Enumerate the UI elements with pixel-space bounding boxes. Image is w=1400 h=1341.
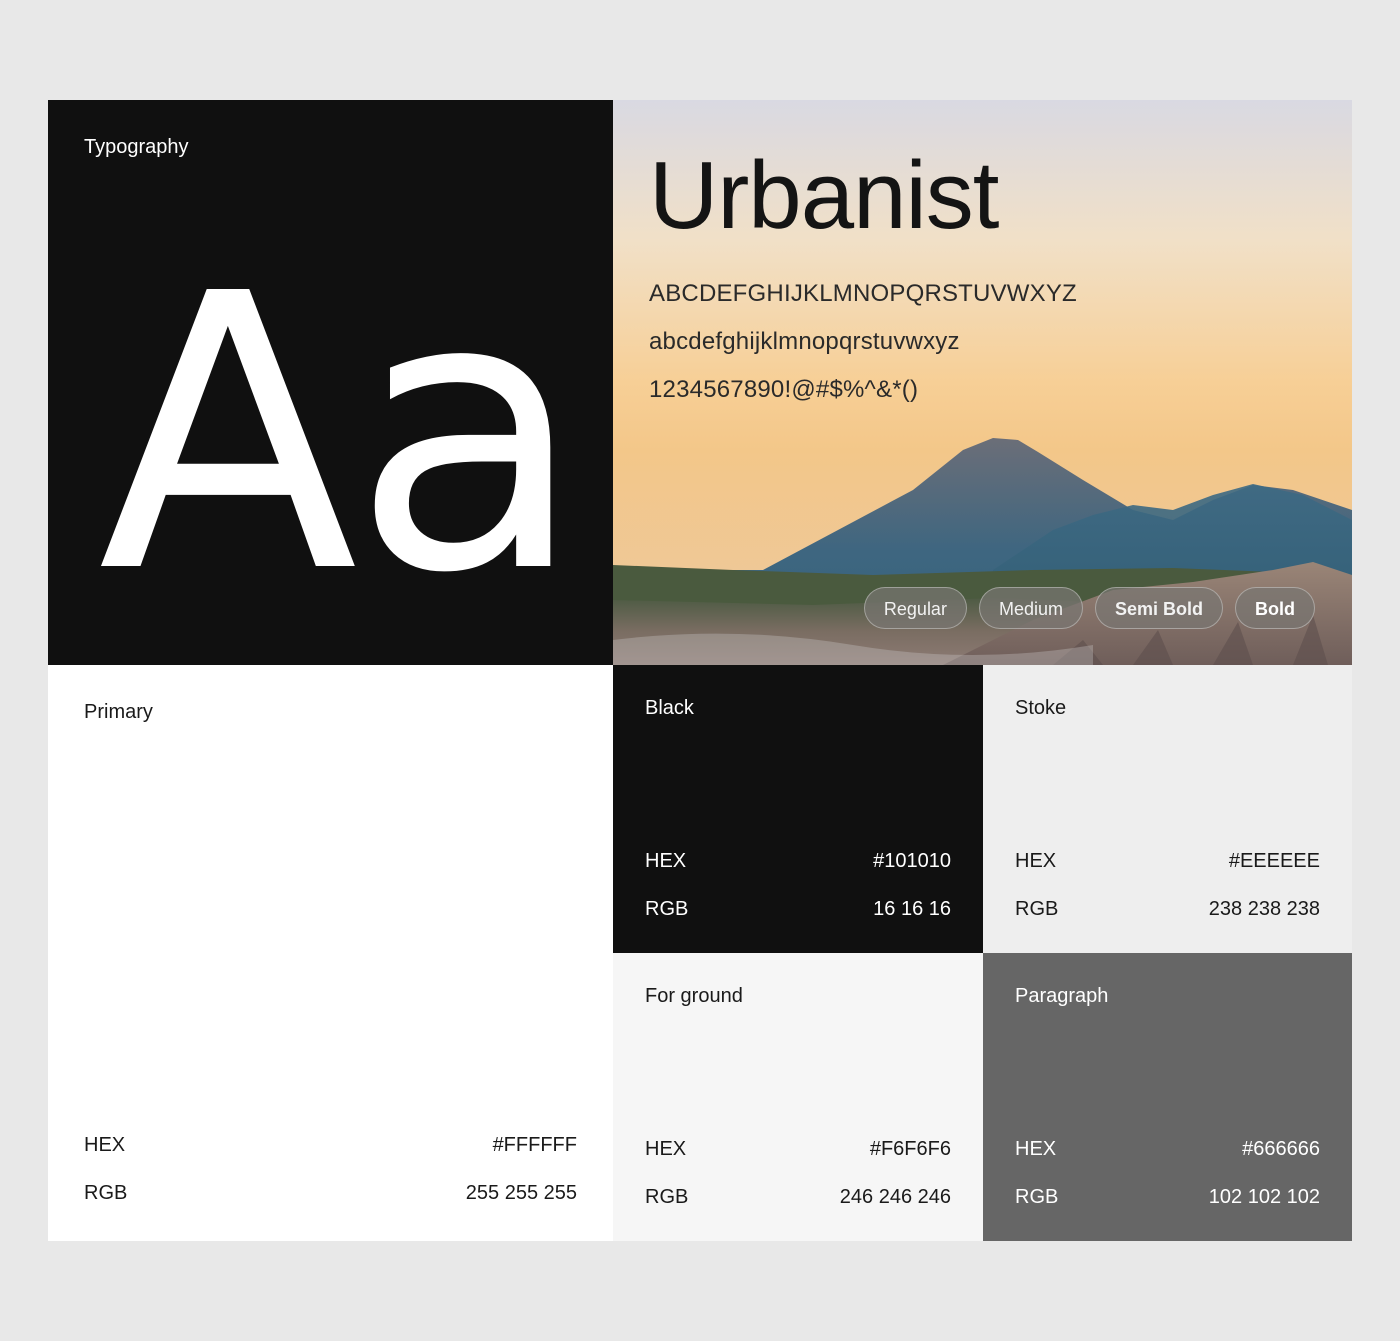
hex-row: HEX #EEEEEE — [1015, 850, 1320, 873]
hex-label: HEX — [645, 850, 687, 872]
hex-row: HEX #666666 — [1015, 1138, 1320, 1161]
rgb-label: RGB — [84, 1182, 128, 1204]
hex-value: #F6F6F6 — [869, 1138, 951, 1160]
uppercase-glyphs: ABCDEFGHIJKLMNOPQRSTUVWXYZ — [649, 280, 1077, 307]
font-name-title: Urbanist — [649, 142, 999, 249]
numeral-glyphs: 1234567890!@#$%^&*() — [649, 376, 919, 403]
hex-row: HEX #F6F6F6 — [645, 1138, 951, 1161]
typography-label: Typography — [84, 136, 189, 158]
type-specimen: Aa — [98, 213, 585, 656]
font-showcase-panel: Urbanist ABCDEFGHIJKLMNOPQRSTUVWXYZ abcd… — [613, 100, 1352, 665]
swatch-name: Paragraph — [1015, 985, 1109, 1007]
font-weight-pills: Regular Medium Semi Bold Bold — [863, 587, 1315, 629]
hex-value: #101010 — [873, 850, 951, 872]
typography-panel: Typography Aa — [48, 100, 613, 665]
swatch-primary: Primary HEX #FFFFFF RGB 255 255 255 — [48, 665, 613, 1241]
rgb-value: 238 238 238 — [1208, 898, 1320, 920]
hex-value: #EEEEEE — [1228, 850, 1320, 872]
swatch-name: Black — [645, 697, 694, 719]
rgb-value: 255 255 255 — [465, 1182, 577, 1204]
swatch-for-ground: For ground HEX #F6F6F6 RGB 246 246 246 — [613, 953, 983, 1241]
rgb-label: RGB — [1015, 898, 1059, 920]
swatch-name: Stoke — [1015, 697, 1067, 719]
swatch-black: Black HEX #101010 RGB 16 16 16 — [613, 665, 983, 953]
hex-value: #FFFFFF — [492, 1134, 577, 1156]
hex-row: HEX #101010 — [645, 850, 951, 873]
swatch-name: For ground — [645, 985, 743, 1007]
rgb-row: RGB 246 246 246 — [645, 1186, 951, 1209]
weight-pill-semibold[interactable]: Semi Bold — [1094, 587, 1223, 629]
style-guide-board: Typography Aa Urbanist ABCDEFGHIJKLMNOPQ… — [48, 100, 1352, 1241]
rgb-value: 246 246 246 — [839, 1186, 951, 1208]
rgb-label: RGB — [1015, 1186, 1059, 1208]
rgb-label: RGB — [645, 898, 689, 920]
hex-label: HEX — [1015, 1138, 1057, 1160]
weight-pill-regular[interactable]: Regular — [863, 587, 967, 629]
hex-row: HEX #FFFFFF — [84, 1134, 577, 1157]
weight-pill-bold[interactable]: Bold — [1235, 587, 1315, 629]
swatch-stoke: Stoke HEX #EEEEEE RGB 238 238 238 — [983, 665, 1352, 953]
rgb-row: RGB 102 102 102 — [1015, 1186, 1320, 1209]
swatch-name: Primary — [84, 701, 153, 723]
rgb-row: RGB 255 255 255 — [84, 1182, 577, 1205]
hex-label: HEX — [645, 1138, 687, 1160]
rgb-value: 16 16 16 — [873, 898, 951, 920]
hex-value: #666666 — [1242, 1138, 1320, 1160]
weight-pill-medium[interactable]: Medium — [978, 587, 1083, 629]
rgb-label: RGB — [645, 1186, 689, 1208]
rgb-value: 102 102 102 — [1208, 1186, 1320, 1208]
rgb-row: RGB 238 238 238 — [1015, 898, 1320, 921]
lowercase-glyphs: abcdefghijklmnopqrstuvwxyz — [649, 328, 960, 355]
hex-label: HEX — [84, 1134, 126, 1156]
rgb-row: RGB 16 16 16 — [645, 898, 951, 921]
swatch-paragraph: Paragraph HEX #666666 RGB 102 102 102 — [983, 953, 1352, 1241]
hex-label: HEX — [1015, 850, 1057, 872]
